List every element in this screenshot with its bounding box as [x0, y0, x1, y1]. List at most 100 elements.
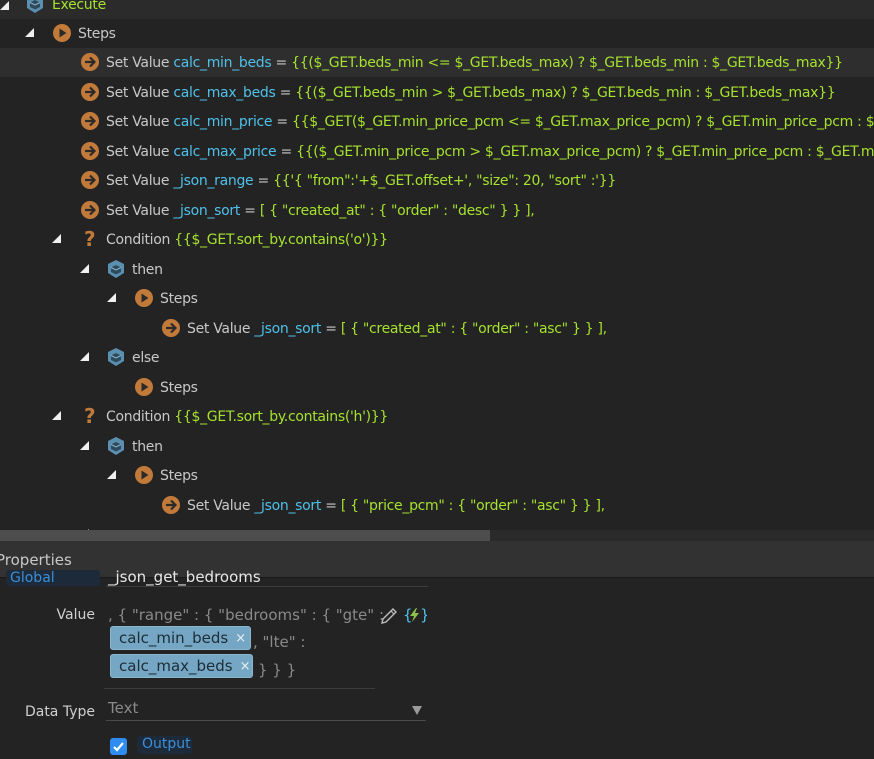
tree-node-steps[interactable]: Steps: [0, 373, 874, 402]
execute-label: Execute: [52, 0, 106, 13]
node-title: then: [132, 261, 163, 278]
chip-remove-icon[interactable]: ×: [235, 631, 246, 646]
expand-triangle-icon[interactable]: [52, 234, 61, 243]
tree-node-branch[interactable]: [0, 520, 874, 530]
global-name-input[interactable]: _json_get_bedrooms: [106, 568, 428, 587]
arrow-right-circle-icon: [81, 112, 99, 130]
global-name-label: Global Name: [6, 570, 100, 586]
tree-node-label: Condition {{$_GET.sort_by.contains('h')}…: [106, 409, 388, 425]
tree-node-cond[interactable]: ? Condition {{$_GET.sort_by.contains('h')…: [0, 402, 874, 431]
node-title: Steps: [160, 379, 198, 396]
value-expression: {{($_GET.beds_min <= $_GET.beds_max) ? $…: [291, 54, 843, 71]
tree-node-label: Set Value _json_sort = [ { "price_pcm" :…: [187, 498, 605, 514]
expand-triangle-icon[interactable]: [52, 411, 61, 420]
tree-node-set[interactable]: Set Value calc_max_beds = {{($_GET.beds_…: [0, 78, 874, 107]
expand-triangle-icon[interactable]: [25, 28, 34, 37]
condition-expression: {{$_GET.sort_by.contains('o')}}: [174, 231, 388, 248]
tree-node-label: Set Value _json_range = {{'{ "from":'+$_…: [106, 173, 616, 189]
dynamic-data-picker-icon[interactable]: { }: [403, 605, 427, 625]
properties-panel: Global Name _json_get_bedrooms Value , {…: [0, 568, 874, 755]
expand-triangle-icon[interactable]: [80, 352, 89, 361]
arrow-right-circle-icon: [81, 142, 99, 160]
variable-name: _json_sort: [254, 320, 322, 337]
tree-node-label: else: [132, 349, 160, 366]
node-action: Set Value: [106, 172, 174, 189]
node-action: Condition: [106, 408, 175, 425]
tree-node-set[interactable]: Set Value calc_max_price = {{($_GET.min_…: [0, 137, 874, 166]
node-action: Set Value: [106, 113, 174, 130]
output-checkbox[interactable]: [110, 738, 127, 755]
node-action: Set Value: [187, 320, 255, 337]
tree-node-execute[interactable]: Execute: [0, 0, 874, 19]
tree-node-label: Set Value _json_sort = [ { "created_at" …: [106, 202, 535, 219]
pencil-icon[interactable]: [379, 606, 399, 626]
value-text-3: } } }: [258, 661, 297, 679]
chip-label: calc_max_beds: [119, 657, 233, 675]
value-expression: [ { "created_at" : { "order" : "asc" } }…: [340, 320, 607, 337]
value-expression: [ { "created_at" : { "order" : "desc" } …: [259, 202, 535, 219]
tree-node-set[interactable]: Set Value _json_range = {{'{ "from":'+$_…: [0, 166, 874, 195]
data-type-select[interactable]: Text: [106, 696, 426, 721]
chip-remove-icon[interactable]: ×: [240, 659, 251, 674]
expand-triangle-icon[interactable]: [107, 293, 116, 302]
scrollbar-thumb[interactable]: [0, 530, 490, 541]
value-chip-calc-max-beds[interactable]: calc_max_beds ×: [110, 654, 253, 678]
variable-name: calc_max_price: [173, 143, 277, 160]
node-title: Steps: [160, 290, 198, 307]
question-mark-icon: ?: [84, 406, 96, 426]
svg-text:}: }: [420, 606, 427, 624]
data-type-label: Data Type: [24, 704, 95, 720]
tree-node-label: Steps: [160, 468, 198, 484]
node-action: Set Value: [106, 54, 174, 71]
data-type-value: Text: [108, 699, 139, 717]
tree-node-label: Set Value calc_min_beds = {{($_GET.beds_…: [106, 55, 843, 71]
tree-node-steps[interactable]: Steps: [0, 284, 874, 313]
tree-node-label: Condition {{$_GET.sort_by.contains('o')}…: [106, 232, 388, 248]
action-steps-tree: Execute Steps Set Value calc_min_beds = {…: [0, 0, 874, 530]
arrow-right-circle-icon: [162, 319, 180, 337]
chip-label: calc_min_beds: [119, 629, 229, 647]
equals-sign: =: [321, 320, 341, 337]
expand-triangle-icon[interactable]: [0, 1, 9, 10]
tree-node-label: Steps: [160, 291, 198, 307]
variable-name: calc_min_price: [173, 113, 273, 130]
tree-node-set[interactable]: Set Value _json_sort = [ { "created_at" …: [0, 314, 874, 343]
equals-sign: =: [321, 497, 341, 514]
tree-node-cond[interactable]: ? Condition {{$_GET.sort_by.contains('o')…: [0, 225, 874, 254]
node-action: Condition: [106, 231, 175, 248]
value-label: Value: [56, 607, 95, 623]
value-expression: {{($_GET.min_price_pcm > $_GET.max_price…: [296, 143, 874, 160]
tree-node-set[interactable]: Set Value calc_min_price = {{$_GET($_GET…: [0, 107, 874, 136]
cube-icon: [108, 437, 124, 455]
variable-name: _json_sort: [254, 497, 322, 514]
variable-name: calc_max_beds: [173, 84, 276, 101]
tree-node-set[interactable]: Set Value _json_sort = [ { "price_pcm" :…: [0, 491, 874, 520]
node-title: Steps: [78, 25, 116, 42]
properties-title: Properties: [0, 551, 72, 569]
tree-node-set[interactable]: Set Value _json_sort = [ { "created_at" …: [0, 196, 874, 225]
play-circle-icon: [135, 289, 153, 307]
variable-name: calc_min_beds: [173, 54, 272, 71]
expand-triangle-icon[interactable]: [107, 470, 116, 479]
expand-triangle-icon[interactable]: [80, 264, 89, 273]
tree-node-branch[interactable]: then: [0, 255, 874, 284]
tree-node-branch[interactable]: then: [0, 432, 874, 461]
tree-node-label: Set Value calc_max_beds = {{($_GET.beds_…: [106, 84, 836, 101]
tree-node-label: Steps: [160, 380, 198, 396]
tree-node-label: then: [132, 439, 163, 455]
equals-sign: =: [240, 202, 260, 219]
tree-node-steps[interactable]: Steps: [0, 461, 874, 490]
node-action: Set Value: [106, 202, 174, 219]
value-chip-calc-min-beds[interactable]: calc_min_beds ×: [110, 626, 251, 650]
condition-expression: {{$_GET.sort_by.contains('h')}}: [174, 408, 389, 425]
node-title: then: [132, 438, 163, 455]
cube-icon: [27, 0, 43, 13]
arrow-right-circle-icon: [81, 171, 99, 189]
value-expression: {{($_GET.beds_min > $_GET.beds_max) ? $_…: [295, 84, 836, 101]
expand-triangle-icon[interactable]: [80, 441, 89, 450]
tree-node-steps[interactable]: Steps: [0, 19, 874, 48]
node-title: Steps: [160, 467, 198, 484]
node-title: else: [132, 349, 160, 366]
tree-node-set[interactable]: Set Value calc_min_beds = {{($_GET.beds_…: [0, 48, 874, 77]
tree-node-branch[interactable]: else: [0, 343, 874, 372]
